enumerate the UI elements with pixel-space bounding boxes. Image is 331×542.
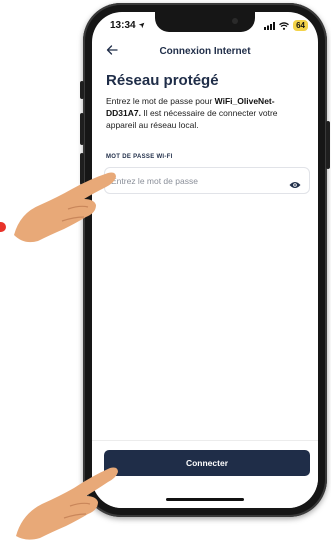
location-arrow-icon — [139, 22, 145, 29]
nav-title: Connexion Internet — [159, 46, 251, 57]
red-marker — [0, 222, 6, 232]
phone-screen: 13:34 64 Connexion Internet Réseau proté… — [92, 12, 318, 508]
home-indicator — [166, 498, 244, 501]
pointing-hand-icon-bottom — [16, 467, 118, 540]
password-field[interactable] — [104, 167, 310, 194]
front-camera — [232, 18, 238, 24]
eye-icon — [289, 182, 301, 188]
description-text-start: Entrez le mot de passe pour — [106, 96, 215, 106]
nav-bar: Connexion Internet — [92, 40, 318, 64]
signal-icon — [264, 21, 276, 30]
password-input[interactable] — [111, 173, 281, 188]
wifi-icon — [279, 21, 290, 30]
show-password-toggle[interactable] — [289, 176, 301, 194]
page-heading: Réseau protégé — [106, 72, 219, 89]
password-label: MOT DE PASSE WI-FI — [106, 154, 173, 160]
status-time: 13:34 — [110, 20, 145, 31]
description: Entrez le mot de passe pour WiFi_OliveNe… — [106, 95, 306, 131]
connect-button[interactable]: Connecter — [104, 450, 310, 476]
battery-indicator: 64 — [293, 20, 308, 31]
notch — [155, 12, 255, 32]
pointing-hand-icon — [14, 172, 116, 243]
